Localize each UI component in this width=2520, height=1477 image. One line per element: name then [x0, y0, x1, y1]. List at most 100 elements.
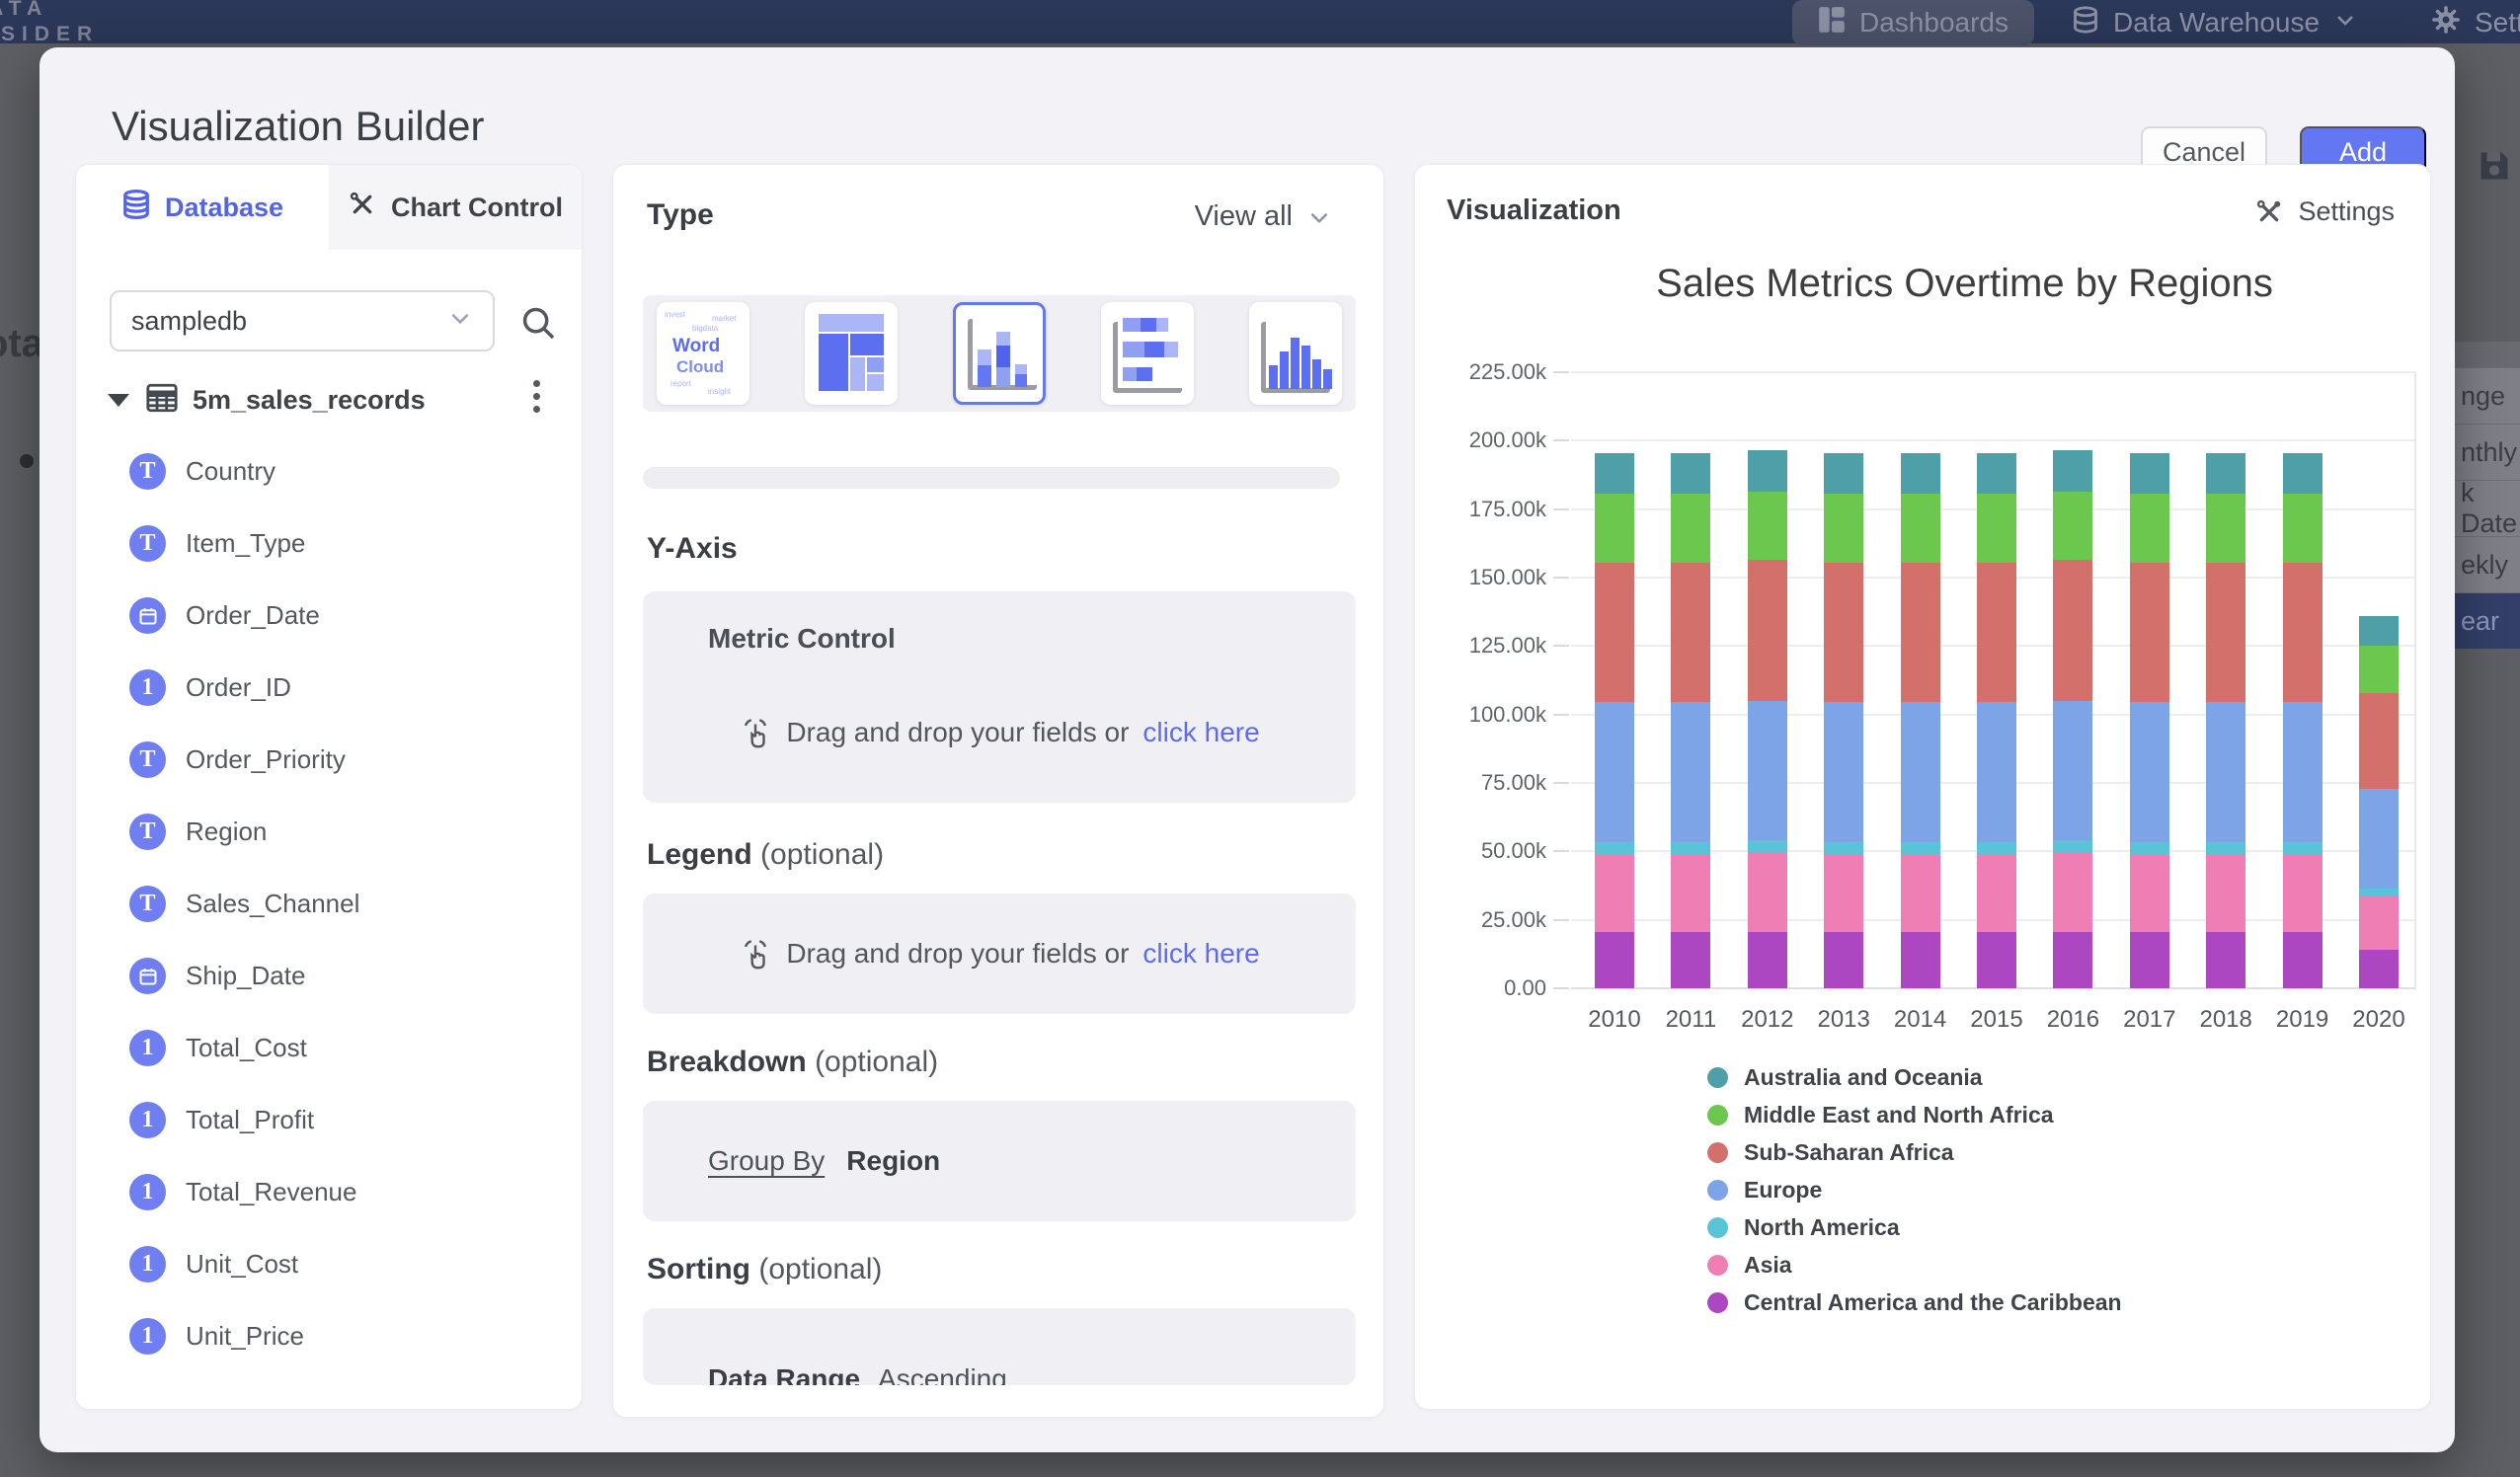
bar-segment[interactable] [1595, 932, 1634, 988]
bar-segment[interactable] [1901, 563, 1940, 702]
bar-2019[interactable] [2283, 453, 2323, 988]
field-item-order_date[interactable]: Order_Date [76, 580, 582, 652]
bar-2016[interactable] [2053, 450, 2092, 988]
bar-segment[interactable] [2359, 646, 2399, 692]
click-here-link[interactable]: click here [1142, 938, 1259, 970]
bar-segment[interactable] [2130, 854, 2169, 932]
bar-2020[interactable] [2359, 616, 2399, 988]
bar-segment[interactable] [2283, 842, 2323, 854]
bar-segment[interactable] [1671, 702, 1710, 841]
bar-segment[interactable] [2206, 932, 2245, 988]
bar-segment[interactable] [2359, 896, 2399, 950]
bar-segment[interactable] [1595, 453, 1634, 495]
chart-type-stacked-bar[interactable] [1101, 302, 1194, 405]
bar-segment[interactable] [2053, 840, 2092, 852]
bar-2015[interactable] [1977, 453, 2016, 988]
legend-dropzone[interactable]: Drag and drop your fields or click here [643, 894, 1356, 1014]
bar-segment[interactable] [2053, 932, 2092, 988]
bar-segment[interactable] [1748, 840, 1787, 852]
sorting-dropzone[interactable]: Data Range Ascending [643, 1308, 1356, 1385]
bar-segment[interactable] [2130, 702, 2169, 841]
breakdown-dropzone[interactable]: Group By Region [643, 1101, 1356, 1221]
bar-segment[interactable] [1977, 453, 2016, 495]
bar-segment[interactable] [2206, 453, 2245, 495]
bar-2018[interactable] [2206, 453, 2245, 988]
tab-chart-control[interactable]: Chart Control [329, 165, 582, 250]
bar-segment[interactable] [1671, 494, 1710, 562]
bar-segment[interactable] [1901, 453, 1940, 495]
bar-segment[interactable] [1977, 563, 2016, 702]
bar-segment[interactable] [2359, 889, 2399, 896]
field-item-order_priority[interactable]: TOrder_Priority [76, 724, 582, 796]
bar-segment[interactable] [1977, 932, 2016, 988]
nav-item-dashboards[interactable]: Dashboards [1792, 0, 2034, 45]
bar-segment[interactable] [1901, 842, 1940, 854]
bar-segment[interactable] [1748, 701, 1787, 840]
bar-segment[interactable] [1595, 563, 1634, 702]
bar-segment[interactable] [2206, 842, 2245, 854]
bar-segment[interactable] [1824, 494, 1863, 562]
group-by-link[interactable]: Group By [708, 1145, 825, 1177]
chart-type-column[interactable] [1249, 302, 1342, 405]
bar-segment[interactable] [2283, 702, 2323, 841]
metric-control-dropzone[interactable]: Metric Control Drag and drop your fields… [643, 591, 1356, 803]
bar-segment[interactable] [2359, 789, 2399, 889]
field-item-region[interactable]: TRegion [76, 796, 582, 868]
field-item-sales_channel[interactable]: TSales_Channel [76, 868, 582, 940]
field-item-order_id[interactable]: 1Order_ID [76, 652, 582, 724]
bar-segment[interactable] [2283, 932, 2323, 988]
legend-item[interactable]: Central America and the Caribbean [1707, 1283, 2122, 1321]
nav-item-data-warehouse[interactable]: Data Warehouse [2072, 0, 2357, 45]
bar-segment[interactable] [1671, 854, 1710, 932]
bar-segment[interactable] [2130, 932, 2169, 988]
bar-segment[interactable] [2053, 560, 2092, 701]
bar-segment[interactable] [2053, 492, 2092, 560]
field-item-country[interactable]: TCountry [76, 435, 582, 507]
bar-2011[interactable] [1671, 453, 1710, 988]
bar-segment[interactable] [1824, 563, 1863, 702]
bar-segment[interactable] [1901, 932, 1940, 988]
caret-down-icon[interactable] [108, 394, 129, 407]
legend-item[interactable]: Sub-Saharan Africa [1707, 1133, 2122, 1171]
bar-segment[interactable] [1671, 453, 1710, 495]
bar-2014[interactable] [1901, 453, 1940, 988]
search-button[interactable] [512, 297, 564, 349]
bar-segment[interactable] [1748, 492, 1787, 560]
bar-segment[interactable] [1748, 560, 1787, 701]
bar-segment[interactable] [1748, 450, 1787, 492]
bar-segment[interactable] [1901, 854, 1940, 932]
bar-segment[interactable] [1595, 854, 1634, 932]
tab-database[interactable]: Database [76, 165, 329, 250]
legend-item[interactable]: North America [1707, 1208, 2122, 1246]
nav-item-settings[interactable]: Settings [2431, 0, 2520, 45]
bar-segment[interactable] [1824, 932, 1863, 988]
bar-segment[interactable] [1977, 494, 2016, 562]
field-item-total_revenue[interactable]: 1Total_Revenue [76, 1156, 582, 1228]
bar-segment[interactable] [1824, 854, 1863, 932]
bar-segment[interactable] [2359, 616, 2399, 647]
table-menu-kebab-icon[interactable] [533, 380, 540, 413]
field-item-unit_price[interactable]: 1Unit_Price [76, 1300, 582, 1372]
bar-segment[interactable] [2206, 854, 2245, 932]
chart-type-word-cloud[interactable]: invest market bigdata Word Cloud report … [657, 302, 749, 405]
bar-segment[interactable] [1977, 842, 2016, 854]
bar-segment[interactable] [2283, 494, 2323, 562]
bar-segment[interactable] [2283, 563, 2323, 702]
bar-segment[interactable] [2130, 563, 2169, 702]
bar-segment[interactable] [2206, 494, 2245, 562]
bar-segment[interactable] [1671, 842, 1710, 854]
bar-segment[interactable] [1824, 453, 1863, 495]
bar-segment[interactable] [1901, 702, 1940, 841]
bar-2010[interactable] [1595, 453, 1634, 988]
legend-item[interactable]: Middle East and North Africa [1707, 1096, 2122, 1133]
bar-segment[interactable] [2359, 950, 2399, 988]
chart-type-treemap[interactable] [805, 302, 898, 405]
chart-types-scrollbar[interactable] [643, 467, 1340, 489]
bar-segment[interactable] [1824, 702, 1863, 841]
legend-item[interactable]: Asia [1707, 1246, 2122, 1283]
bar-segment[interactable] [1748, 932, 1787, 988]
bar-segment[interactable] [2359, 693, 2399, 789]
bar-segment[interactable] [2283, 854, 2323, 932]
bar-segment[interactable] [1901, 494, 1940, 562]
bar-segment[interactable] [2130, 453, 2169, 495]
